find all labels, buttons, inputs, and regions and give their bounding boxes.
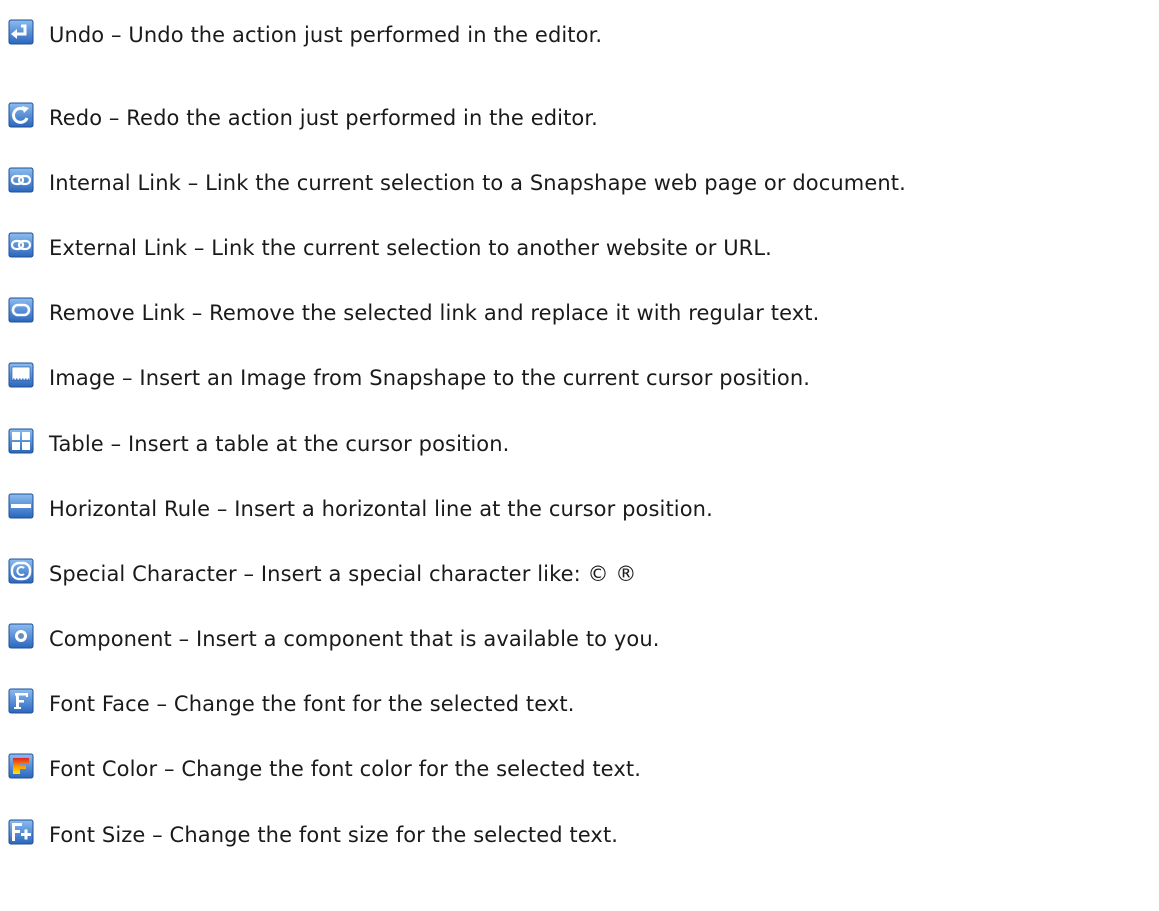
font-face-icon <box>8 688 34 714</box>
external-link-icon <box>8 232 34 258</box>
list-item: Component – Insert a component that is a… <box>8 607 1158 672</box>
special-character-icon <box>8 558 34 584</box>
list-item-text: Remove Link – Remove the selected link a… <box>49 301 820 326</box>
table-icon <box>8 428 34 454</box>
list-item: Font Face – Change the font for the sele… <box>8 672 1158 737</box>
component-icon <box>8 623 34 649</box>
list-item-text: Font Face – Change the font for the sele… <box>49 692 575 717</box>
list-item-text: Special Character – Insert a special cha… <box>49 561 637 586</box>
list-item: Remove Link – Remove the selected link a… <box>8 281 1158 346</box>
list-item-text: Image – Insert an Image from Snapshape t… <box>49 366 811 391</box>
list-item-text: Font Size – Change the font size for the… <box>49 822 619 847</box>
list-item-text: Internal Link – Link the current selecti… <box>49 170 906 195</box>
redo-icon <box>8 102 34 128</box>
list-item-text: Horizontal Rule – Insert a horizontal li… <box>49 496 713 521</box>
list-item-text: Undo – Undo the action just performed in… <box>49 23 603 47</box>
list-item-text: Table – Insert a table at the cursor pos… <box>49 431 510 456</box>
list-item: Undo – Undo the action just performed in… <box>8 19 1158 50</box>
list-item: Font Color – Change the font color for t… <box>8 737 1158 802</box>
image-icon <box>8 362 34 388</box>
horizontal-rule-icon <box>8 493 34 519</box>
font-color-icon <box>8 753 34 779</box>
list-item-text: Font Color – Change the font color for t… <box>49 757 641 782</box>
list-item-text: External Link – Link the current selecti… <box>49 235 772 260</box>
list-item-text: Component – Insert a component that is a… <box>49 627 660 652</box>
internal-link-icon <box>8 167 34 193</box>
list-item: Image – Insert an Image from Snapshape t… <box>8 346 1158 411</box>
font-size-icon <box>8 819 34 845</box>
list-item: Table – Insert a table at the cursor pos… <box>8 411 1158 476</box>
list-item: Redo – Redo the action just performed in… <box>8 85 1158 150</box>
list-item: External Link – Link the current selecti… <box>8 215 1158 280</box>
list-item: Special Character – Insert a special cha… <box>8 541 1158 606</box>
list-item: Internal Link – Link the current selecti… <box>8 150 1158 215</box>
remove-link-icon <box>8 297 34 323</box>
list-item: Horizontal Rule – Insert a horizontal li… <box>8 476 1158 541</box>
undo-icon <box>8 19 34 45</box>
list-item: Font Size – Change the font size for the… <box>8 802 1158 867</box>
toolbar-help-list: Undo – Undo the action just performed in… <box>8 19 1158 867</box>
list-item-text: Redo – Redo the action just performed in… <box>49 105 598 130</box>
